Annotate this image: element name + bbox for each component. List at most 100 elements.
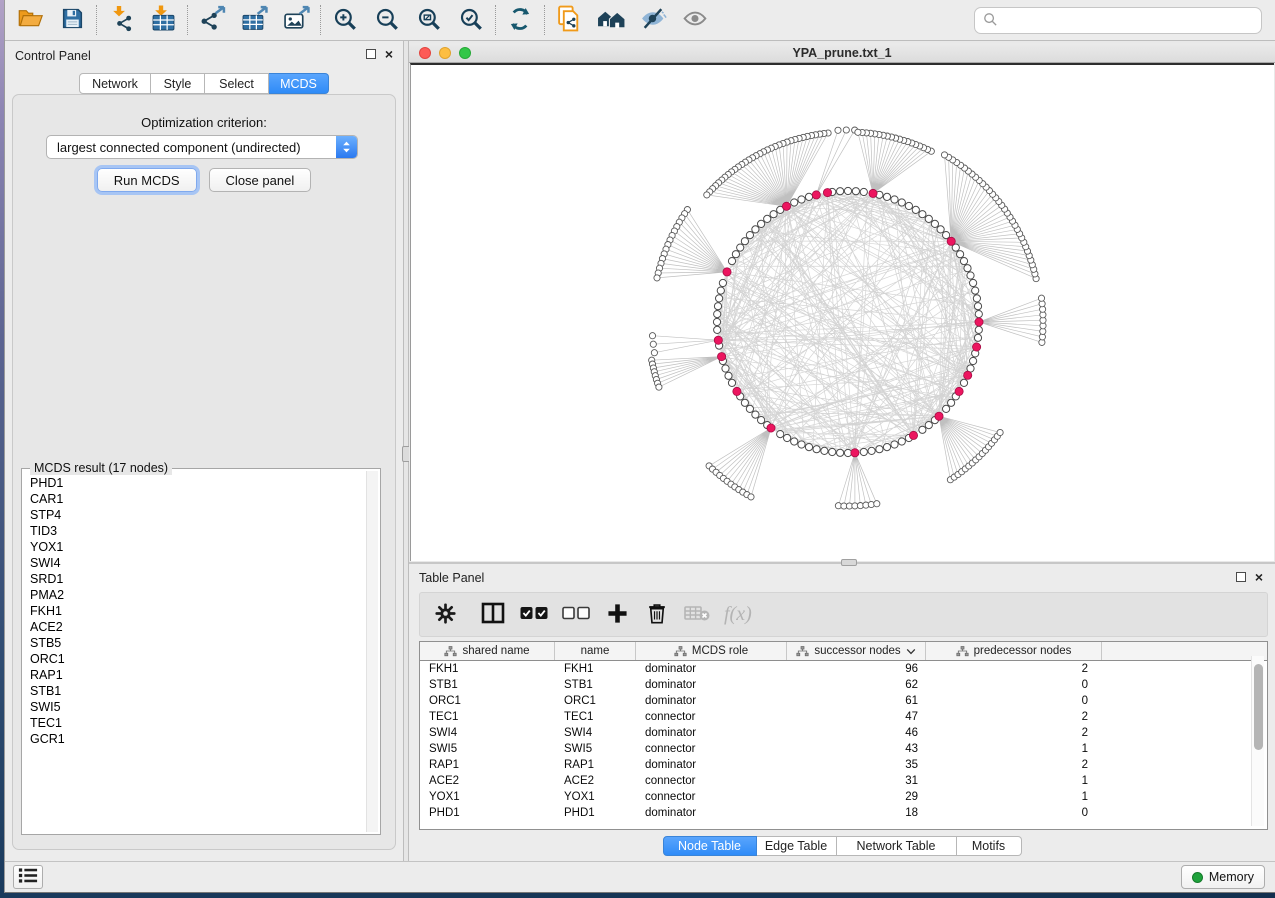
table-toolbar: f(x) bbox=[419, 592, 1268, 637]
table-scrollbar-thumb[interactable] bbox=[1254, 664, 1263, 750]
save-session-button[interactable] bbox=[51, 2, 93, 38]
mcds-result-item[interactable]: CAR1 bbox=[30, 491, 366, 507]
function-builder-button[interactable]: f(x) bbox=[724, 598, 752, 632]
memory-button[interactable]: Memory bbox=[1181, 865, 1265, 889]
deselect-all-button[interactable] bbox=[562, 598, 590, 632]
import-table-button[interactable] bbox=[142, 2, 184, 38]
table-row[interactable]: YOX1YOX1connector291 bbox=[420, 789, 1267, 805]
float-table-panel-icon[interactable] bbox=[1236, 572, 1246, 582]
zoom-in-button[interactable] bbox=[324, 2, 366, 38]
tab-mcds[interactable]: MCDS bbox=[269, 73, 329, 94]
import-network-button[interactable] bbox=[100, 2, 142, 38]
delete-table-button[interactable] bbox=[684, 598, 710, 632]
legend-button[interactable] bbox=[13, 865, 43, 889]
cell-predecessor-nodes: 1 bbox=[926, 791, 1102, 803]
tab-edge-table[interactable]: Edge Table bbox=[757, 836, 837, 856]
table-row[interactable]: ACE2ACE2connector311 bbox=[420, 773, 1267, 789]
add-column-button[interactable] bbox=[604, 598, 630, 632]
mcds-result-item[interactable]: FKH1 bbox=[30, 603, 366, 619]
column-header-name[interactable]: name bbox=[555, 642, 636, 660]
mcds-result-item[interactable]: PHD1 bbox=[30, 475, 366, 491]
table-body: FKH1FKH1dominator962STB1STB1dominator620… bbox=[420, 661, 1267, 829]
app-window: Control Panel × NetworkStyleSelectMCDS O… bbox=[4, 0, 1275, 893]
mcds-result-item[interactable]: ACE2 bbox=[30, 619, 366, 635]
close-panel-icon[interactable]: × bbox=[385, 49, 393, 59]
cell-name: STB1 bbox=[555, 679, 636, 691]
cell-name: RAP1 bbox=[555, 759, 636, 771]
first-neighbors-button[interactable] bbox=[590, 2, 632, 38]
table-row[interactable]: RAP1RAP1dominator352 bbox=[420, 757, 1267, 773]
refresh-view-button[interactable] bbox=[499, 2, 541, 38]
run-mcds-button[interactable]: Run MCDS bbox=[97, 168, 197, 192]
mcds-result-box: MCDS result (17 nodes) PHD1CAR1STP4TID3Y… bbox=[21, 468, 381, 835]
zoom-out-button[interactable] bbox=[366, 2, 408, 38]
open-file-button[interactable] bbox=[9, 2, 51, 38]
hide-selected-button[interactable] bbox=[632, 2, 674, 38]
cell-name: SWI4 bbox=[555, 727, 636, 739]
table-scrollbar[interactable] bbox=[1251, 656, 1264, 826]
tab-network[interactable]: Network bbox=[79, 73, 151, 94]
search-input[interactable] bbox=[1004, 14, 1253, 28]
tab-select[interactable]: Select bbox=[205, 73, 269, 94]
mcds-result-item[interactable]: RAP1 bbox=[30, 667, 366, 683]
tab-style[interactable]: Style bbox=[151, 73, 205, 94]
cell-name: FKH1 bbox=[555, 663, 636, 675]
table-row[interactable]: STB1STB1dominator620 bbox=[420, 677, 1267, 693]
mcds-result-item[interactable]: SRD1 bbox=[30, 571, 366, 587]
column-settings-button[interactable] bbox=[432, 598, 458, 632]
export-table-button[interactable] bbox=[233, 2, 275, 38]
import-table-icon bbox=[150, 5, 177, 35]
table-row[interactable]: TEC1TEC1connector472 bbox=[420, 709, 1267, 725]
table-panel-tabs: Node TableEdge TableNetwork TableMotifs bbox=[409, 836, 1275, 856]
network-titlebar[interactable]: YPA_prune.txt_1 bbox=[409, 43, 1275, 63]
cell-MCDS-role: connector bbox=[636, 791, 787, 803]
close-panel-button[interactable]: Close panel bbox=[209, 168, 312, 192]
mcds-result-item[interactable]: YOX1 bbox=[30, 539, 366, 555]
cell-successor-nodes: 31 bbox=[787, 775, 926, 787]
select-all-button[interactable] bbox=[520, 598, 548, 632]
mcds-result-item[interactable]: GCR1 bbox=[30, 731, 366, 747]
tab-motifs[interactable]: Motifs bbox=[957, 836, 1022, 856]
zoom-fit-button[interactable] bbox=[408, 2, 450, 38]
table-row[interactable]: ORC1ORC1dominator610 bbox=[420, 693, 1267, 709]
network-canvas[interactable] bbox=[410, 63, 1274, 561]
column-header-shared-name[interactable]: shared name bbox=[420, 642, 555, 660]
table-row[interactable]: SWI5SWI5connector431 bbox=[420, 741, 1267, 757]
mcds-result-item[interactable]: STB1 bbox=[30, 683, 366, 699]
mcds-result-item[interactable]: SWI5 bbox=[30, 699, 366, 715]
float-panel-icon[interactable] bbox=[366, 49, 376, 59]
table-row[interactable]: FKH1FKH1dominator962 bbox=[420, 661, 1267, 677]
column-label: predecessor nodes bbox=[974, 645, 1072, 657]
export-network-button[interactable] bbox=[191, 2, 233, 38]
clone-network-button[interactable] bbox=[548, 2, 590, 38]
criterion-dropdown[interactable]: largest connected component (undirected) bbox=[46, 135, 358, 159]
column-header-predecessor-nodes[interactable]: predecessor nodes bbox=[926, 642, 1102, 660]
network-window: YPA_prune.txt_1 bbox=[409, 41, 1275, 562]
cell-MCDS-role: dominator bbox=[636, 695, 787, 707]
tab-node-table[interactable]: Node Table bbox=[663, 836, 757, 856]
tab-network-table[interactable]: Network Table bbox=[837, 836, 957, 856]
horizontal-splitter-handle[interactable] bbox=[841, 559, 857, 566]
show-all-button[interactable] bbox=[674, 2, 716, 38]
split-view-button[interactable] bbox=[480, 598, 506, 632]
delete-column-button[interactable] bbox=[644, 598, 670, 632]
table-row[interactable]: PHD1PHD1dominator180 bbox=[420, 805, 1267, 821]
mcds-result-item[interactable]: TID3 bbox=[30, 523, 366, 539]
eye-icon bbox=[682, 6, 709, 34]
mcds-result-item[interactable]: STP4 bbox=[30, 507, 366, 523]
column-header-successor-nodes[interactable]: successor nodes bbox=[787, 642, 926, 660]
mcds-result-item[interactable]: ORC1 bbox=[30, 651, 366, 667]
export-image-button[interactable] bbox=[275, 2, 317, 38]
table-row[interactable]: SWI4SWI4dominator462 bbox=[420, 725, 1267, 741]
zoom-selected-icon bbox=[458, 6, 484, 35]
main-area: Control Panel × NetworkStyleSelectMCDS O… bbox=[5, 41, 1275, 861]
mcds-result-item[interactable]: PMA2 bbox=[30, 587, 366, 603]
column-header-MCDS-role[interactable]: MCDS role bbox=[636, 642, 787, 660]
mcds-result-item[interactable]: SWI4 bbox=[30, 555, 366, 571]
result-scrollbar[interactable] bbox=[366, 471, 378, 832]
mcds-result-item[interactable]: STB5 bbox=[30, 635, 366, 651]
zoom-selected-button[interactable] bbox=[450, 2, 492, 38]
mcds-result-item[interactable]: TEC1 bbox=[30, 715, 366, 731]
close-table-panel-icon[interactable]: × bbox=[1255, 572, 1263, 582]
cell-MCDS-role: connector bbox=[636, 775, 787, 787]
